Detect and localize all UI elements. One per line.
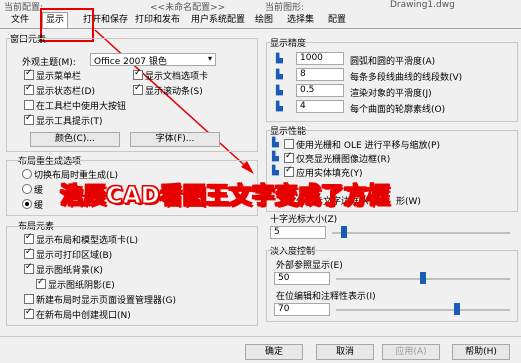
checkbox-show-paper-shadow[interactable] [36, 277, 46, 289]
show-statusbar-label: 显示状态栏(D) [36, 87, 95, 97]
xref-slider-thumb[interactable] [420, 272, 426, 284]
checkbox-show-printable-area[interactable] [24, 247, 34, 259]
crosshair-title: 十字光标大小(Z) [270, 215, 338, 225]
show-paper-bg-label: 显示图纸背景(K) [36, 266, 103, 276]
checkbox-show-page-setup[interactable] [24, 294, 34, 304]
inplace-slider-thumb[interactable] [453, 303, 460, 315]
checkbox-show-layout-tabs[interactable] [24, 232, 34, 244]
show-doc-tabs-label: 显示文档选项卡 [145, 72, 209, 82]
annotation-banner: 浩辰CAD看图王文字变成了方框 [60, 183, 391, 210]
help-button[interactable]: 帮助(H) [452, 344, 510, 360]
checkbox-raster-frame[interactable] [284, 151, 294, 163]
radio-dot-icon [25, 202, 29, 206]
chevron-down-icon: ▾ [207, 54, 212, 63]
checkbox-show-tooltips[interactable] [24, 113, 34, 125]
large-buttons-label: 在工具栏中使用大按钮 [36, 102, 127, 112]
inplace-edit-label: 在位编辑和注释性表示(I) [276, 292, 376, 302]
show-page-setup-label: 新建布局时显示页面设置管理器(G) [36, 296, 176, 306]
drawing-icon: ▙ [272, 152, 279, 162]
registry-icon: ▙ [276, 86, 283, 96]
apply-button[interactable]: 应用(A) [382, 344, 440, 360]
checkbox-large-buttons[interactable] [24, 100, 34, 110]
checkbox-show-statusbar[interactable] [24, 83, 34, 95]
render-smoothness-label: 渲染对象的平滑度(J) [350, 89, 432, 99]
checkbox-show-menubar[interactable] [24, 68, 34, 80]
radio-regen-on-switch[interactable] [22, 169, 32, 179]
cache-model-label: 缓 [34, 186, 44, 196]
raster-frame-label: 仅亮显光栅图像边框(R) [296, 155, 391, 165]
checkbox-show-doc-tabs[interactable] [133, 68, 143, 80]
checkbox-raster-ole-pan[interactable] [284, 139, 294, 149]
crosshair-slider-thumb[interactable] [340, 226, 347, 238]
show-printable-area-label: 显示可打印区域(B) [36, 251, 113, 261]
xref-fade-input[interactable]: 50 [274, 272, 330, 285]
checkbox-show-scrollbars[interactable] [133, 83, 143, 95]
drawing-icon: ▙ [272, 138, 279, 148]
polyline-segments-label: 每条多段线曲线的线段数(V) [350, 73, 463, 83]
theme-select-value: Office 2007 银色 [94, 57, 167, 67]
cache-all-label: 缓 [34, 201, 44, 211]
drawing-icon: ▙ [276, 70, 283, 80]
xref-display-label: 外部参照显示(E) [276, 261, 343, 271]
raster-ole-pan-label: 使用光栅和 OLE 进行平移与缩放(P) [296, 141, 440, 151]
checkbox-show-paper-bg[interactable] [24, 262, 34, 274]
radio-cache-all[interactable] [22, 199, 32, 209]
arc-smoothness-label: 圆弧和圆的平滑度(A) [350, 57, 436, 67]
cancel-button[interactable]: 取消 [316, 344, 374, 360]
color-button[interactable]: 颜色(C)... [30, 132, 120, 147]
show-layout-tabs-label: 显示布局和模型选项卡(L) [36, 236, 139, 246]
theme-select[interactable]: Office 2007 银色 ▾ [90, 53, 216, 67]
render-smoothness-input[interactable]: 0.5 [296, 84, 344, 97]
inplace-slider-track [336, 309, 510, 311]
theme-label: 外观主题(M): [22, 58, 76, 68]
contour-lines-label: 每个曲面的轮廓素线(O) [350, 105, 446, 115]
footer-divider [0, 336, 521, 337]
create-viewport-label: 在新布局中创建视口(N) [36, 311, 131, 321]
registry-icon: ▙ [276, 102, 283, 112]
polyline-segments-input[interactable]: 8 [296, 68, 344, 81]
contour-lines-input[interactable]: 4 [296, 100, 344, 113]
drawing-icon: ▙ [272, 166, 279, 176]
crosshair-size-input[interactable]: 5 [270, 226, 326, 239]
arc-smoothness-input[interactable]: 1000 [296, 52, 344, 65]
crosshair-slider-track [332, 232, 510, 234]
inplace-fade-input[interactable]: 70 [274, 303, 330, 316]
shape-button-label[interactable]: 形(W) [396, 194, 421, 207]
drawing-icon: ▙ [276, 54, 283, 64]
checkbox-create-viewport[interactable] [24, 307, 34, 319]
show-paper-shadow-label: 显示图纸阴影(E) [48, 281, 115, 291]
show-scrollbars-label: 显示滚动条(S) [145, 87, 203, 97]
ok-button[interactable]: 确定 [245, 344, 303, 360]
show-tooltips-label: 显示工具提示(T) [36, 117, 103, 127]
radio-cache-model[interactable] [22, 184, 32, 194]
show-menubar-label: 显示菜单栏 [36, 72, 82, 82]
font-button[interactable]: 字体(F)... [130, 132, 220, 147]
